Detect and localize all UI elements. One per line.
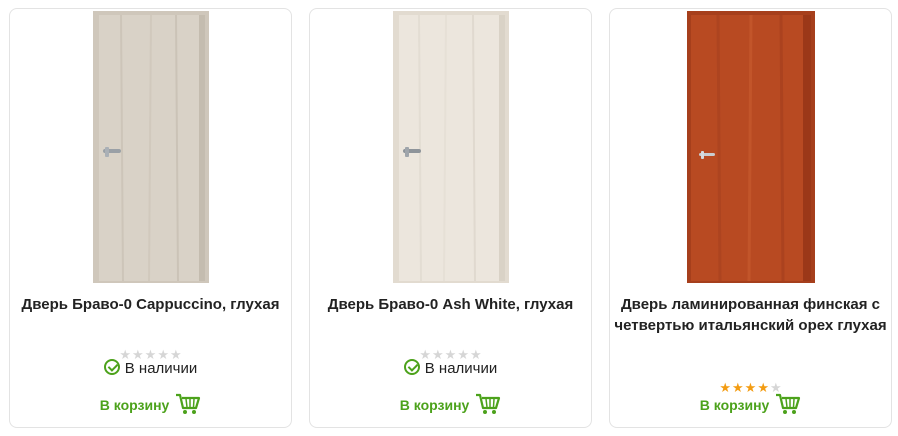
availability-text: В наличии [424,360,498,377]
add-to-cart-button[interactable]: В корзину [10,392,291,418]
product-grid: Дверь Браво-0 Cappuccino, глухая ★★★★★ В… [0,0,898,436]
product-image-link[interactable] [610,9,891,284]
product-image-link[interactable] [10,9,291,284]
add-to-cart-label: В корзину [99,397,170,413]
rating-stars: ★★★★★ [310,346,591,362]
product-title[interactable]: Дверь Браво-0 Cappuccino, глухая [14,294,287,315]
check-circle-icon [403,359,420,375]
add-to-cart-button[interactable]: В корзину [610,392,891,418]
cart-icon [476,393,501,414]
product-title[interactable]: Дверь Браво-0 Ash White, глухая [314,294,587,315]
rating-stars: ★★★★★ [10,346,291,362]
rating-stars: ★★★★★ [610,379,891,395]
door-image [686,11,815,283]
product-card: Дверь ламинированная финская с четвертью… [609,8,892,428]
product-card: Дверь Браво-0 Ash White, глухая ★★★★★ В … [309,8,592,428]
product-card: Дверь Браво-0 Cappuccino, глухая ★★★★★ В… [9,8,292,428]
availability-status: В наличии [310,359,591,379]
add-to-cart-label: В корзину [399,397,470,413]
availability-status: В наличии [10,359,291,379]
add-to-cart-button[interactable]: В корзину [310,392,591,418]
cart-icon [176,393,201,414]
cart-icon [776,393,801,414]
door-image [392,11,509,283]
availability-text: В наличии [124,360,198,377]
door-image [92,11,209,283]
product-image-link[interactable] [310,9,591,284]
add-to-cart-label: В корзину [699,397,770,413]
check-circle-icon [103,359,120,375]
product-title[interactable]: Дверь ламинированная финская с четвертью… [614,294,887,336]
